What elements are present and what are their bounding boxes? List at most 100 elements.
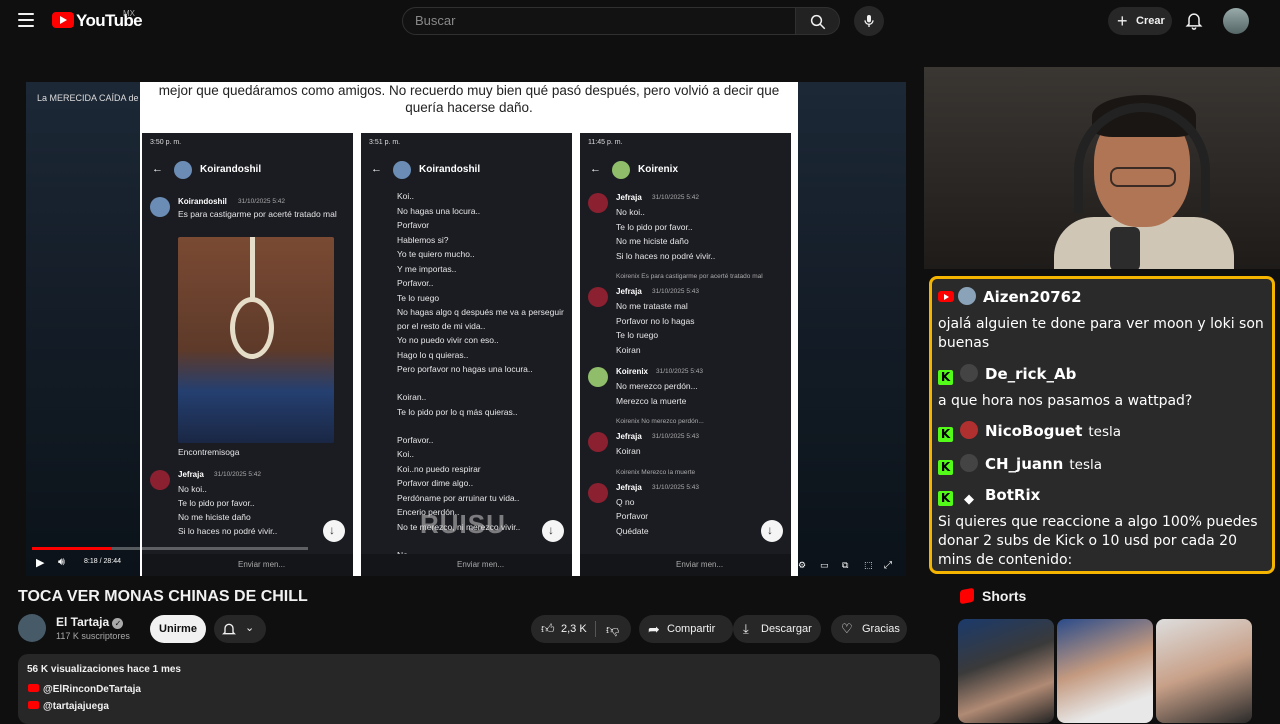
phone-screenshot-3: 11:45 p. m. ← Koirenix Jefraja 31/10/2025… [580,133,791,576]
channel-name-text[interactable]: El Tartaja [56,615,109,629]
message-text: Merezco la muerte [616,395,687,406]
kick-icon: K [938,460,953,475]
play-icon[interactable]: ▶ [36,556,44,569]
scroll-down-button[interactable] [542,520,564,542]
phone-status-bar: 11:45 p. m. [588,139,623,146]
message-text: Porfavor dime algo.. [397,478,474,488]
progress-fill [32,547,113,550]
short-thumbnail[interactable] [958,619,1054,723]
voice-search-button[interactable] [854,6,884,36]
short-thumbnail[interactable] [1057,619,1153,723]
video-player[interactable]: La MERECIDA CAÍDA de KOIRANDOSHIL mejor … [26,82,906,576]
channel-link-text[interactable]: @tartajajuega [43,701,109,712]
settings-gear-icon[interactable]: ⚙ [798,560,806,571]
chat-message-header: Aizen20762 [938,287,1082,306]
chat-header: ← Koirandoshil [142,151,353,189]
thumbs-down-icon: 👎︎ [606,622,620,637]
message-text: Perdóname por arruinar tu vida.. [397,492,520,503]
sender-avatar [588,287,608,307]
cast-icon[interactable]: ⧉ [842,560,848,571]
chat-avatar [958,287,976,305]
chat-avatar [960,454,978,472]
chat-header: ← Koirandoshil [361,151,572,189]
fullscreen-icon[interactable]: ⤢ [884,560,892,571]
channel-link-text[interactable]: @ElRinconDeTartaja [43,684,141,695]
notifications-bell-icon[interactable] [1184,10,1204,30]
volume-icon[interactable]: 🔊︎ [58,556,65,569]
contact-name: Koirandoshil [419,164,481,175]
message-input: Enviar men... [676,560,724,569]
menu-icon[interactable] [18,13,34,27]
download-icon: ⤓ [743,621,749,636]
theater-icon[interactable]: ⬚ [864,560,873,571]
message-text: Hablemos si? [397,234,449,245]
share-arrow-icon: ➦ [648,621,660,637]
message-input: Enviar men... [238,560,286,569]
search-input[interactable]: Buscar [402,7,796,35]
like-button[interactable]: 👍︎ 2,3 K [531,615,595,643]
sender-avatar [150,470,170,490]
scroll-down-button[interactable] [323,520,345,542]
page-caption: mejor que quedáramos como amigos. No rec… [158,83,780,115]
message-text: Q no [616,496,635,507]
phone-status-bar: 3:50 p. m. [150,139,182,146]
message-text: No hagas algo q después me va a persegui… [397,307,564,331]
message-date: 31/10/2025 5:43 [656,368,703,375]
chat-username: De_rick_Ab [985,365,1077,383]
youtube-icon [28,684,39,692]
streamer-webcam [924,67,1280,269]
chat-message-header: K CH_juann tesla [938,454,1102,475]
message-date: 31/10/2025 5:42 [238,198,285,205]
message-text: Porfavor no lo hagas [616,315,695,326]
message-text: Koi.. [397,449,415,459]
message-date: 31/10/2025 5:42 [214,471,261,478]
image-caption: Encontremisoga [178,447,240,457]
thanks-label: Gracias [862,623,900,635]
sender-avatar [588,482,608,503]
message-text: Koiran [616,446,641,456]
sender-name: Jefraja [616,432,642,441]
download-label: Descargar [761,623,812,635]
user-avatar[interactable] [1223,8,1249,34]
create-button[interactable]: Crear [1108,7,1172,35]
kick-icon: K [938,427,953,442]
sender-name: Jefraja [616,193,642,202]
search-icon [810,14,826,30]
message-text: Te lo ruego [616,330,659,340]
dislike-button[interactable]: 👎︎ [597,615,631,643]
reply-preview: Koirenix Merezco la muerte [616,468,696,476]
bot-shield-icon: ◆ [964,492,974,507]
thanks-button[interactable]: ♡ Gracias [831,615,907,643]
description-box[interactable]: 56 K visualizaciones hace 1 mes @ElRinco… [18,654,940,724]
channel-link[interactable]: @tartajajuega [28,701,109,712]
share-button[interactable]: ➦ Compartir [639,615,733,643]
youtube-logo-icon[interactable] [52,12,74,28]
short-thumbnail[interactable] [1156,619,1252,723]
back-arrow-icon: ← [152,163,163,175]
kick-icon: K [938,491,953,506]
contact-avatar [393,161,411,179]
chat-header: ← Koirenix [580,151,791,189]
sender-name: Koirandoshil [178,197,227,206]
message-date: 31/10/2025 5:42 [652,194,699,201]
scroll-down-button[interactable] [761,520,783,542]
notification-settings-button[interactable]: ⌄ [214,615,266,643]
progress-bar[interactable] [32,547,308,550]
channel-name[interactable]: El Tartaja ✓ [56,615,124,629]
channel-avatar[interactable] [18,614,46,642]
message-text: Si lo haces no podré vivir.. [178,526,278,536]
search-button[interactable] [796,7,840,35]
youtube-icon [28,701,39,709]
download-button[interactable]: ⤓ Descargar [733,615,821,643]
join-button[interactable]: Unirme [150,615,206,643]
video-time: 8:18 / 28:44 [84,558,121,565]
phone-screenshot-1: 3:50 p. m. ← Koirandoshil Koirandoshil 3… [142,133,353,576]
thumbs-up-icon: 👍︎ [541,621,555,636]
message-text: Pero porfavor no hagas una locura.. [397,364,533,374]
message-text: Koi.. [397,191,415,201]
bell-icon [222,623,236,635]
chat-username: BotRix [985,486,1041,504]
miniplayer-icon[interactable]: ▭ [820,560,829,571]
channel-link[interactable]: @ElRinconDeTartaja [28,684,141,695]
microphone-prop [1110,227,1140,269]
